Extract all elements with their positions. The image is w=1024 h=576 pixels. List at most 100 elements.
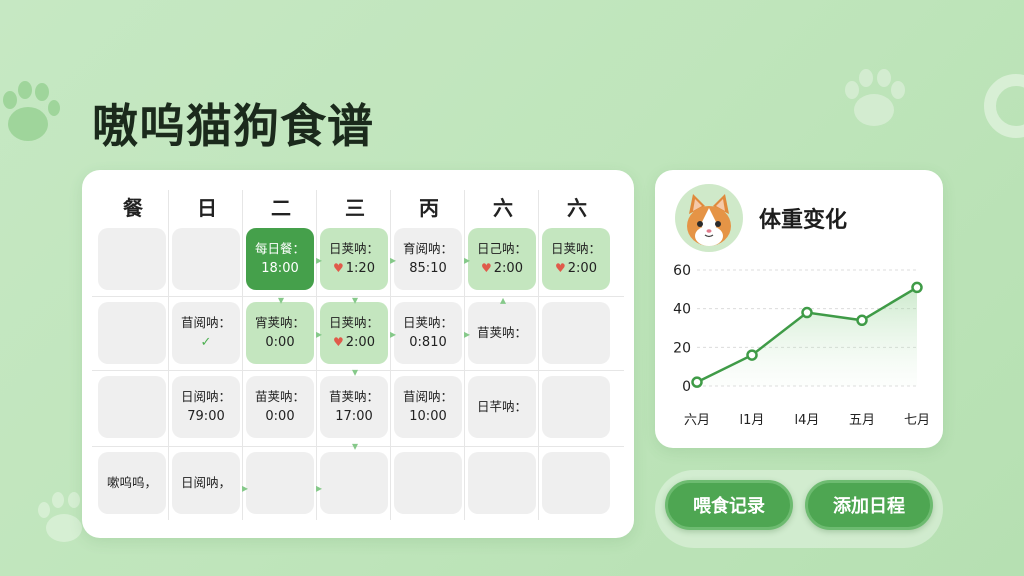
x-tick-label: l4月 — [795, 413, 820, 428]
meal-label: 苜荚呐： — [328, 388, 379, 404]
meal-time: 0:810 — [409, 334, 447, 350]
schedule-cell[interactable]: 日荚呐： ♥ 1:20 — [320, 228, 388, 290]
meal-label: 日己呐： — [476, 240, 527, 256]
schedule-cell[interactable]: 苜荚呐： — [468, 302, 536, 364]
meal-time: 0:00 — [265, 408, 295, 424]
grid-line — [464, 190, 465, 520]
schedule-cell[interactable]: 苜荚呐： 17:00 — [320, 376, 388, 438]
meal-time-row: ♥ 2:00 — [555, 259, 597, 279]
meal-label: 日阅呐， — [180, 474, 231, 490]
schedule-cell[interactable] — [468, 452, 536, 514]
meal-label: 日荚呐： — [328, 314, 379, 330]
schedule-cell[interactable]: 日阅呐， — [172, 452, 240, 514]
meal-time: 17:00 — [335, 408, 373, 424]
add-schedule-button[interactable]: 添加日程 — [805, 480, 933, 530]
schedule-cell[interactable]: 日芊呐： — [468, 376, 536, 438]
meal-time: 0:00 — [265, 334, 295, 350]
day-header: 二 — [271, 196, 291, 220]
feed-log-button[interactable]: 喂食记录 — [665, 480, 793, 530]
schedule-cell[interactable] — [542, 452, 610, 514]
day-header: 三 — [345, 196, 365, 220]
meal-time: 79:00 — [187, 408, 225, 424]
x-tick-label: l1月 — [740, 413, 765, 428]
x-tick-label: 五月 — [849, 413, 875, 428]
day-header: 日 — [197, 196, 217, 220]
meal-label: 苜荚呐： — [476, 324, 527, 340]
schedule-cell[interactable]: 日荚呐： 0:810 — [394, 302, 462, 364]
schedule-cell[interactable]: 育阅呐： 85:10 — [394, 228, 462, 290]
data-point — [746, 349, 758, 361]
meal-time: 18:00 — [261, 260, 299, 276]
meal-label: 苜阅呐： — [180, 314, 231, 330]
weight-line-chart: 0 20 40 60 六月 l1月 l4月 五月 七月 — [673, 263, 930, 428]
schedule-cell[interactable]: 苜阅呐： 10:00 — [394, 376, 462, 438]
schedule-cell[interactable] — [98, 302, 166, 364]
y-tick-label: 60 — [673, 263, 691, 279]
paw-print-icon — [845, 69, 905, 126]
meal-time-row: 79:00 — [187, 407, 224, 427]
connector-arrow-icon: ▴ — [500, 293, 507, 307]
paw-print-icon — [3, 81, 60, 141]
data-point — [691, 376, 703, 388]
schedule-cell[interactable]: 宵荚呐： 0:00 — [246, 302, 314, 364]
check-icon: ✓ — [200, 334, 212, 350]
schedule-cell[interactable] — [394, 452, 462, 514]
schedule-cell[interactable]: 日荚呐： ♥ 2:00 — [542, 228, 610, 290]
meal-time-row: ♥ 1:20 — [333, 259, 375, 279]
day-header: 丙 — [419, 196, 439, 220]
day-header: 餐 — [123, 196, 143, 220]
weight-change-card: 体重变化 0 20 40 60 六月 l1月 l4月 五月 七月 — [655, 170, 943, 448]
meal-label: 日阅呐： — [180, 388, 231, 404]
meal-label: 日荚呐： — [550, 240, 601, 256]
schedule-cell[interactable] — [98, 376, 166, 438]
meal-time: 2:00 — [493, 260, 523, 276]
x-tick-label: 七月 — [904, 413, 930, 428]
meal-label: 育阅呐： — [402, 240, 453, 256]
schedule-cell[interactable]: 日荚呐： ♥ 2:00 — [320, 302, 388, 364]
meal-time: 85:10 — [409, 260, 447, 276]
meal-label: 日荚呐： — [402, 314, 453, 330]
heart-icon: ♥ — [555, 260, 566, 275]
schedule-cell[interactable]: 嗽呜呜， — [98, 452, 166, 514]
schedule-cell[interactable]: 日阅呐： 79:00 — [172, 376, 240, 438]
meal-label: 苜阅呐： — [402, 388, 453, 404]
schedule-cell[interactable] — [320, 452, 388, 514]
schedule-cell[interactable]: 每日餐： 18:00 — [246, 228, 314, 290]
meal-time: 2:00 — [345, 334, 375, 350]
data-point — [801, 306, 813, 319]
grid-line — [242, 190, 243, 520]
connector-arrow-icon: ▸ — [464, 253, 471, 267]
meal-time-row: 85:10 — [409, 259, 446, 279]
schedule-cell[interactable]: 苗荚呐： 0:00 — [246, 376, 314, 438]
y-tick-label: 20 — [673, 340, 691, 356]
schedule-cell[interactable]: 苜阅呐： ✓ — [172, 302, 240, 364]
feeding-schedule-card: 餐日二三丙六六每日餐： 18:00 日荚呐： ♥ 1:20 育阅呐： 85:10 日己呐： ♥ 2… — [82, 170, 634, 538]
schedule-cell[interactable] — [542, 376, 610, 438]
paw-print-icon — [984, 74, 1024, 138]
schedule-cell[interactable]: 日己呐： ♥ 2:00 — [468, 228, 536, 290]
y-tick-label: 0 — [682, 379, 691, 395]
meal-time-row: 17:00 — [335, 407, 372, 427]
meal-label: 日芊呐： — [476, 398, 527, 414]
connector-arrow-icon: ▾ — [352, 293, 359, 307]
connector-arrow-icon: ▸ — [316, 481, 323, 495]
connector-arrow-icon: ▸ — [390, 327, 397, 341]
schedule-cell[interactable] — [172, 228, 240, 290]
connector-arrow-icon: ▾ — [278, 293, 285, 307]
heart-icon: ♥ — [481, 260, 492, 275]
schedule-cell[interactable] — [98, 228, 166, 290]
connector-arrow-icon: ▸ — [316, 253, 323, 267]
connector-arrow-icon: ▸ — [316, 327, 323, 341]
meal-time-row: 18:00 — [261, 259, 298, 279]
action-bar: 喂食记录 添加日程 — [655, 470, 943, 548]
meal-label: 宵荚呐： — [254, 314, 305, 330]
grid-line — [168, 190, 169, 520]
heart-icon: ♥ — [333, 334, 344, 349]
connector-arrow-icon: ▸ — [390, 253, 397, 267]
connector-arrow-icon: ▾ — [352, 439, 359, 453]
schedule-cell[interactable] — [246, 452, 314, 514]
schedule-cell[interactable] — [542, 302, 610, 364]
grid-line — [316, 190, 317, 520]
page-title: 嗷呜猫狗食谱 — [92, 99, 374, 153]
grid-line — [390, 190, 391, 520]
